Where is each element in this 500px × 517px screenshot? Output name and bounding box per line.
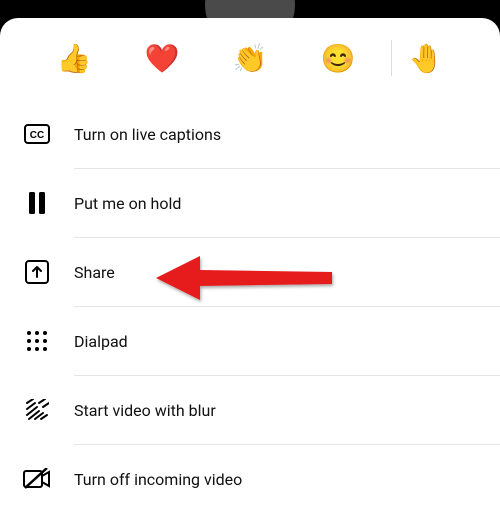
svg-text:CC: CC bbox=[30, 130, 44, 141]
reaction-heart[interactable]: ❤️ bbox=[142, 38, 182, 78]
share-label: Share bbox=[74, 263, 115, 282]
menu-item-incoming-off[interactable]: Turn off incoming video bbox=[0, 445, 500, 513]
captions-label: Turn on live captions bbox=[74, 125, 221, 144]
dialpad-icon bbox=[22, 329, 52, 353]
video-off-icon bbox=[22, 467, 52, 491]
heart-icon: ❤️ bbox=[145, 42, 180, 75]
reaction-clap[interactable]: 👏 bbox=[230, 38, 270, 78]
reaction-raise-hand[interactable]: 🤚 bbox=[406, 38, 446, 78]
dialpad-label: Dialpad bbox=[74, 332, 128, 351]
menu-item-blur[interactable]: Start video with blur bbox=[0, 376, 500, 444]
hold-label: Put me on hold bbox=[74, 194, 181, 213]
reactions-row: 👍 ❤️ 👏 😊 🤚 bbox=[0, 30, 500, 100]
raise-hand-icon: 🤚 bbox=[409, 42, 444, 75]
blur-icon bbox=[22, 398, 52, 422]
captions-icon: CC bbox=[22, 122, 52, 146]
menu-item-captions[interactable]: CC Turn on live captions bbox=[0, 100, 500, 168]
menu-item-dialpad[interactable]: Dialpad bbox=[0, 307, 500, 375]
menu-list: CC Turn on live captions Put me on hold bbox=[0, 100, 500, 513]
blur-label: Start video with blur bbox=[74, 401, 216, 420]
clap-icon: 👏 bbox=[233, 42, 268, 75]
share-icon bbox=[22, 260, 52, 284]
smile-icon: 😊 bbox=[321, 42, 356, 75]
menu-item-share[interactable]: Share bbox=[0, 238, 500, 306]
reaction-smile[interactable]: 😊 bbox=[318, 38, 358, 78]
reactions-divider bbox=[391, 40, 392, 76]
action-sheet: 👍 ❤️ 👏 😊 🤚 CC Turn on live captions bbox=[0, 18, 500, 517]
reaction-thumbs-up[interactable]: 👍 bbox=[54, 38, 94, 78]
menu-item-hold[interactable]: Put me on hold bbox=[0, 169, 500, 237]
incoming-off-label: Turn off incoming video bbox=[74, 470, 242, 489]
thumbs-up-icon: 👍 bbox=[57, 42, 92, 75]
hold-icon bbox=[22, 191, 52, 215]
